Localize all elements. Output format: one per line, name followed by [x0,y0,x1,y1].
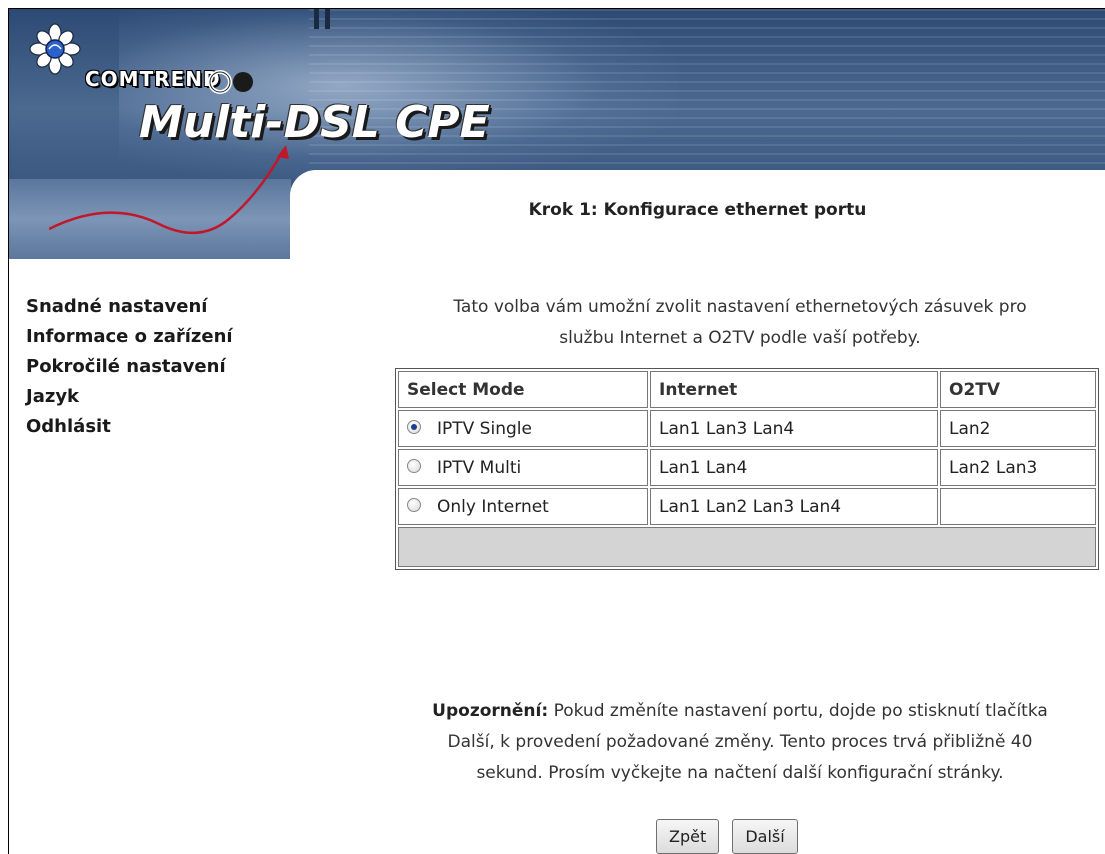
table-footer-cell [398,527,1096,567]
mode-label: IPTV Single [437,418,532,439]
warning-line-3: sekund. Prosím vyčkejte na načtení další… [476,763,1004,783]
warning-text: Upozornění: Pokud změníte nastavení port… [370,696,1105,789]
mode-cell[interactable]: IPTV Multi [398,449,648,486]
intro-line: službu Internet a O2TV podle vaší potřeb… [559,328,921,348]
o2tv-cell [940,488,1096,525]
mode-label: Only Internet [437,496,549,517]
sidebar-menu: Snadné nastavení Informace o zařízení Po… [26,292,233,442]
decorative-red-curve-icon [49,145,289,235]
sidebar-item-device-info[interactable]: Informace o zařízení [26,322,233,352]
brand-circles-icon [208,70,253,94]
radio-iptv-multi[interactable] [407,458,421,473]
mode-cell[interactable]: Only Internet [398,488,648,525]
button-bar: Zpět Další [656,819,806,854]
sidebar-item-advanced-setup[interactable]: Pokročilé nastavení [26,352,233,382]
next-button[interactable]: Další [732,819,798,854]
radio-iptv-single[interactable] [407,419,421,434]
internet-cell: Lan1 Lan3 Lan4 [650,410,938,447]
comtrend-flower-logo-icon [29,23,81,75]
column-header-mode: Select Mode [398,371,648,408]
radio-only-internet[interactable] [407,497,421,512]
internet-cell: Lan1 Lan4 [650,449,938,486]
intro-line: Tato volba vám umožní zvolit nastavení e… [453,297,1027,317]
mode-cell[interactable]: IPTV Single [398,410,648,447]
o2tv-cell: Lan2 Lan3 [940,449,1096,486]
banner-stripes [309,9,1105,179]
column-header-o2tv: O2TV [940,371,1096,408]
brand-logo-text: COMTREND [85,67,221,91]
table-row: IPTV Multi Lan1 Lan4 Lan2 Lan3 [398,449,1096,486]
mode-label: IPTV Multi [437,457,522,478]
warning-label: Upozornění: [432,701,549,721]
intro-text: Tato volba vám umožní zvolit nastavení e… [380,292,1100,354]
table-row: Only Internet Lan1 Lan2 Lan3 Lan4 [398,488,1096,525]
warning-line-2: Další, k provedení požadované změny. Ten… [447,732,1033,752]
back-button[interactable]: Zpět [656,819,720,854]
table-footer-row [398,527,1096,567]
warning-line: Upozornění: Pokud změníte nastavení port… [370,696,1105,727]
port-mode-table: Select Mode Internet O2TV IPTV Single La… [395,368,1099,570]
o2tv-cell: Lan2 [940,410,1096,447]
sidebar-item-language[interactable]: Jazyk [26,382,233,412]
warning-line-1: Pokud změníte nastavení portu, dojde po … [553,701,1048,721]
sidebar-item-logout[interactable]: Odhlásit [26,412,233,442]
internet-cell: Lan1 Lan2 Lan3 Lan4 [650,488,938,525]
banner-post [314,9,319,29]
table-header-row: Select Mode Internet O2TV [398,371,1096,408]
page-title: Krok 1: Konfigurace ethernet portu [528,200,867,220]
column-header-internet: Internet [650,371,938,408]
table-row: IPTV Single Lan1 Lan3 Lan4 Lan2 [398,410,1096,447]
sidebar-item-quick-setup[interactable]: Snadné nastavení [26,292,233,322]
banner-post [325,9,330,29]
